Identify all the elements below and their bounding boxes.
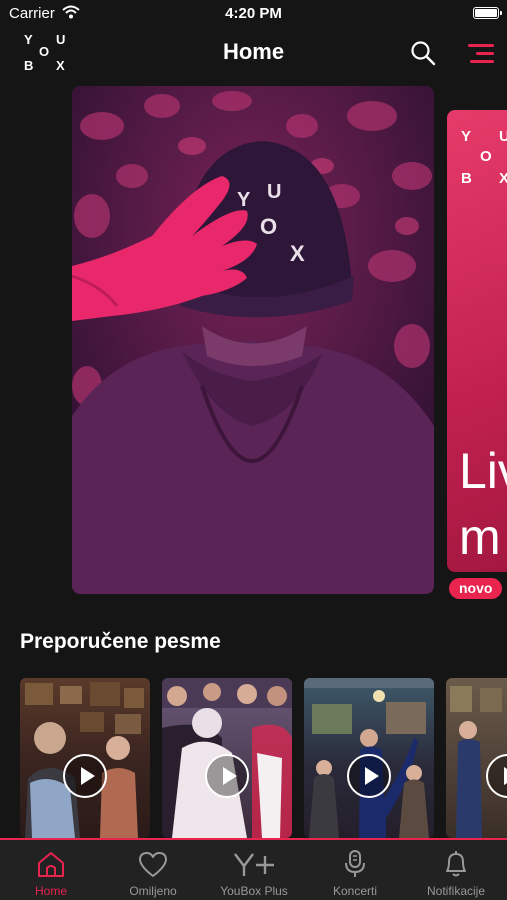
tab-notifications[interactable]: Notifikacije	[414, 840, 498, 900]
tab-label: Home	[34, 884, 67, 898]
svg-text:O: O	[260, 214, 277, 239]
bell-icon	[446, 851, 466, 877]
cap-letter-y: Y	[237, 189, 251, 211]
tab-home[interactable]: Home	[12, 840, 90, 900]
song-card[interactable]	[446, 678, 507, 838]
song-card[interactable]	[304, 678, 434, 838]
status-bar: Carrier 4:20 PM	[0, 0, 507, 28]
search-icon[interactable]	[410, 40, 436, 66]
featured-image: Y U O X	[72, 86, 434, 594]
song-card[interactable]	[162, 678, 292, 838]
featured-card-2-title-line2: m	[459, 509, 501, 565]
tab-label: YouBox Plus	[220, 884, 288, 898]
cap-letter-u: U	[267, 181, 281, 203]
section-title-recommended: Preporučene pesme	[20, 630, 221, 653]
battery-icon	[473, 7, 502, 19]
tab-favorites[interactable]: Omiljeno	[113, 840, 193, 900]
play-icon[interactable]	[63, 754, 107, 798]
svg-text:X: X	[290, 241, 305, 266]
tab-label: Omiljeno	[129, 884, 177, 898]
featured-card-2[interactable]: Y O U B X Liv m	[447, 110, 507, 572]
featured-card[interactable]: Y U O X	[72, 86, 434, 594]
status-time: 4:20 PM	[225, 5, 282, 22]
tab-youbox-plus[interactable]: YouBox Plus	[212, 840, 296, 900]
tab-label: Koncerti	[332, 884, 378, 898]
top-bar: Y O U B O X Home	[0, 28, 507, 78]
microphone-icon	[345, 850, 365, 877]
tab-concerts[interactable]: Koncerti	[316, 840, 394, 900]
play-icon[interactable]	[205, 754, 249, 798]
new-badge: novo	[449, 578, 503, 599]
menu-icon[interactable]	[468, 42, 494, 64]
tab-bar: Home Omiljeno YouBox Plus Koncerti Notif…	[0, 838, 507, 900]
tab-label: Notifikacije	[426, 884, 486, 898]
play-icon[interactable]	[347, 754, 391, 798]
youbox-plus-icon	[234, 853, 274, 876]
featured-card-2-title-line1: Liv	[459, 443, 507, 499]
home-icon	[38, 852, 64, 877]
heart-icon	[139, 852, 167, 877]
song-card[interactable]	[20, 678, 150, 838]
